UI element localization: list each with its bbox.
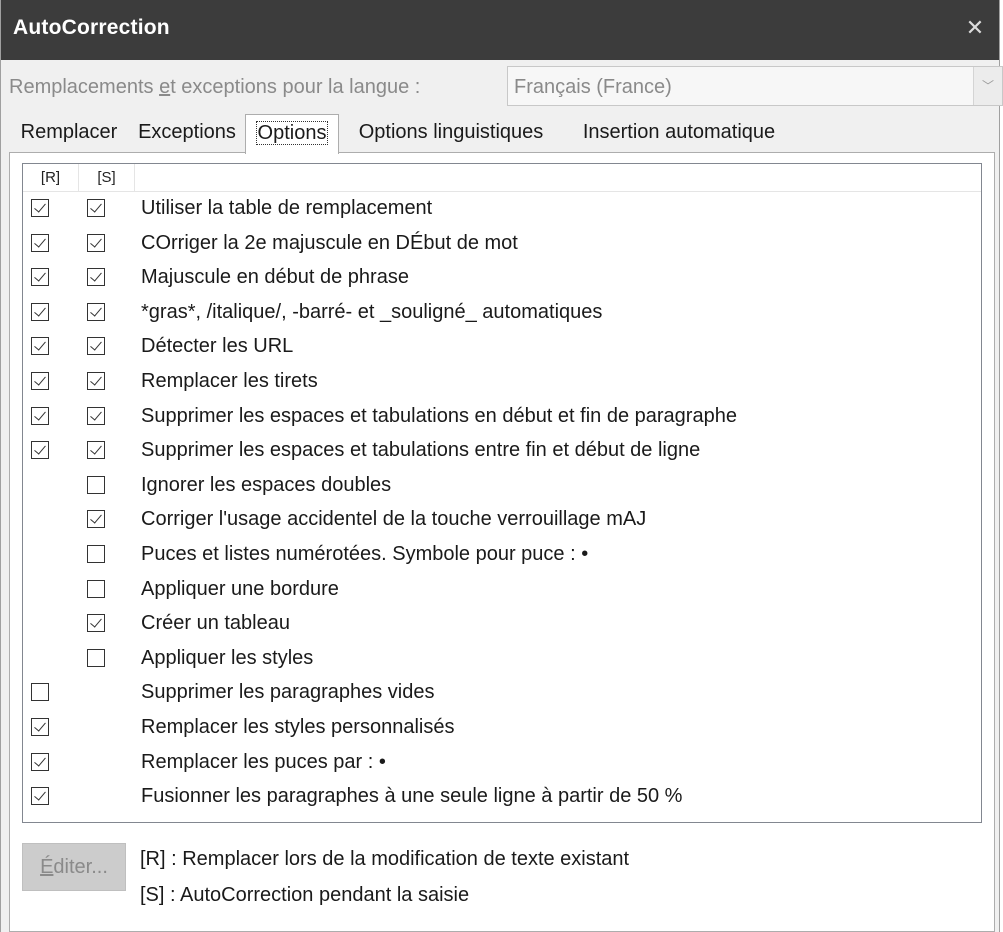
list-item-label: Fusionner les paragraphes à une seule li… xyxy=(141,785,683,808)
tab-insertion-automatique[interactable]: Insertion automatique xyxy=(563,114,795,152)
list-item[interactable]: *gras*, /italique/, -barré- et _souligné… xyxy=(23,296,981,330)
options-list: [R] [S] Utiliser la table de remplacemen… xyxy=(22,163,982,823)
list-item[interactable]: Majuscule en début de phrase xyxy=(23,261,981,295)
tab-options[interactable]: Options xyxy=(245,114,339,154)
checkbox-s[interactable] xyxy=(87,268,105,287)
list-item[interactable]: Supprimer les espaces et tabulations en … xyxy=(23,400,981,434)
list-item-label: Supprimer les espaces et tabulations ent… xyxy=(141,439,701,462)
autocorrection-dialog: AutoCorrection ✕ Remplacements et except… xyxy=(0,0,1003,932)
list-item-label: Détecter les URL xyxy=(141,335,294,358)
checkbox-r[interactable] xyxy=(31,718,49,736)
checkbox-s[interactable] xyxy=(87,475,105,494)
checkbox-r[interactable] xyxy=(31,199,49,217)
checkbox-r[interactable] xyxy=(31,233,49,252)
header-s[interactable]: [S] xyxy=(79,164,135,191)
checkbox-s[interactable] xyxy=(87,302,105,321)
list-item-label: Ignorer les espaces doubles xyxy=(141,473,392,496)
checkbox-r[interactable] xyxy=(31,787,49,806)
checkbox-r[interactable] xyxy=(31,441,49,460)
title-bar: AutoCorrection ✕ xyxy=(1,0,999,60)
list-item-label: Remplacer les styles personnalisés xyxy=(141,716,455,738)
list-item-label: *gras*, /italique/, -barré- et _souligné… xyxy=(141,300,603,323)
legend-s: [S] : AutoCorrection pendant la saisie xyxy=(140,884,470,906)
tab-remplacer[interactable]: Remplacer xyxy=(9,114,129,152)
list-item-label: Appliquer une bordure xyxy=(141,577,339,600)
list-item[interactable]: Supprimer les espaces et tabulations ent… xyxy=(23,434,981,468)
checkbox-s[interactable] xyxy=(87,199,105,217)
language-row: Remplacements et exceptions pour la lang… xyxy=(9,66,1003,108)
checkbox-r[interactable] xyxy=(31,268,49,287)
list-item[interactable]: Appliquer les styles xyxy=(23,642,981,676)
checkbox-s[interactable] xyxy=(87,233,105,252)
checkbox-r[interactable] xyxy=(31,372,49,390)
list-item-label: Supprimer les espaces et tabulations en … xyxy=(141,404,737,427)
edit-button[interactable]: Éditer... xyxy=(22,843,126,891)
checkbox-s[interactable] xyxy=(87,545,105,563)
list-item[interactable]: Remplacer les puces par : • xyxy=(23,746,981,780)
tab-exceptions[interactable]: Exceptions xyxy=(131,114,243,152)
language-select[interactable]: Français (France) ﹀ xyxy=(507,66,1003,106)
list-item[interactable]: COrriger la 2e majuscule en DÉbut de mot xyxy=(23,227,981,261)
list-item[interactable]: Utiliser la table de remplacement xyxy=(23,192,981,226)
list-item[interactable]: Ignorer les espaces doubles xyxy=(23,469,981,503)
checkbox-s[interactable] xyxy=(87,579,105,598)
checkbox-s[interactable] xyxy=(87,614,105,633)
checkbox-s[interactable] xyxy=(87,510,105,529)
legend-r: [R] : Remplacer lors de la modification … xyxy=(140,848,630,870)
list-item-label: Remplacer les puces par : • xyxy=(141,750,386,773)
list-item[interactable]: Remplacer les styles personnalisés xyxy=(23,711,981,745)
language-select-value: Français (France) xyxy=(514,76,672,98)
list-item-label: Utiliser la table de remplacement xyxy=(141,197,433,219)
list-item[interactable]: Remplacer les tirets xyxy=(23,365,981,399)
close-icon[interactable]: ✕ xyxy=(961,14,989,42)
list-item[interactable]: Appliquer une bordure xyxy=(23,573,981,607)
list-item-label: Corriger l'usage accidentel de la touche… xyxy=(141,508,647,531)
window-title: AutoCorrection xyxy=(13,16,170,39)
header-r[interactable]: [R] xyxy=(23,164,79,191)
checkbox-r[interactable] xyxy=(31,752,49,771)
checkbox-r[interactable] xyxy=(31,683,49,702)
list-item[interactable]: Détecter les URL xyxy=(23,330,981,364)
chevron-down-icon[interactable]: ﹀ xyxy=(973,67,1002,105)
checkbox-r[interactable] xyxy=(31,302,49,321)
tab-options-linguistiques[interactable]: Options linguistiques xyxy=(341,114,561,152)
list-item-label: Supprimer les paragraphes vides xyxy=(141,681,435,704)
options-panel: [R] [S] Utiliser la table de remplacemen… xyxy=(9,152,995,932)
header-label[interactable] xyxy=(135,164,981,191)
list-header: [R] [S] xyxy=(23,164,981,192)
list-item-label: Créer un tableau xyxy=(141,612,290,635)
list-item-label: COrriger la 2e majuscule en DÉbut de mot xyxy=(141,231,518,254)
list-item[interactable]: Corriger l'usage accidentel de la touche… xyxy=(23,503,981,537)
checkbox-s[interactable] xyxy=(87,406,105,425)
checkbox-s[interactable] xyxy=(87,337,105,356)
list-item-label: Appliquer les styles xyxy=(141,646,314,669)
checkbox-s[interactable] xyxy=(87,648,105,667)
list-item-label: Majuscule en début de phrase xyxy=(141,266,409,289)
language-label: Remplacements et exceptions pour la lang… xyxy=(9,76,421,98)
list-item[interactable]: Supprimer les paragraphes vides xyxy=(23,676,981,710)
checkbox-r[interactable] xyxy=(31,337,49,356)
checkbox-r[interactable] xyxy=(31,406,49,425)
list-item[interactable]: Puces et listes numérotées. Symbole pour… xyxy=(23,538,981,572)
checkbox-s[interactable] xyxy=(87,441,105,460)
checkbox-s[interactable] xyxy=(87,372,105,390)
list-item-label: Puces et listes numérotées. Symbole pour… xyxy=(141,543,589,565)
list-item-label: Remplacer les tirets xyxy=(141,370,318,392)
list-item[interactable]: Fusionner les paragraphes à une seule li… xyxy=(23,780,981,814)
list-item[interactable]: Créer un tableau xyxy=(23,607,981,641)
legend: [R] : Remplacer lors de la modification … xyxy=(140,843,629,915)
